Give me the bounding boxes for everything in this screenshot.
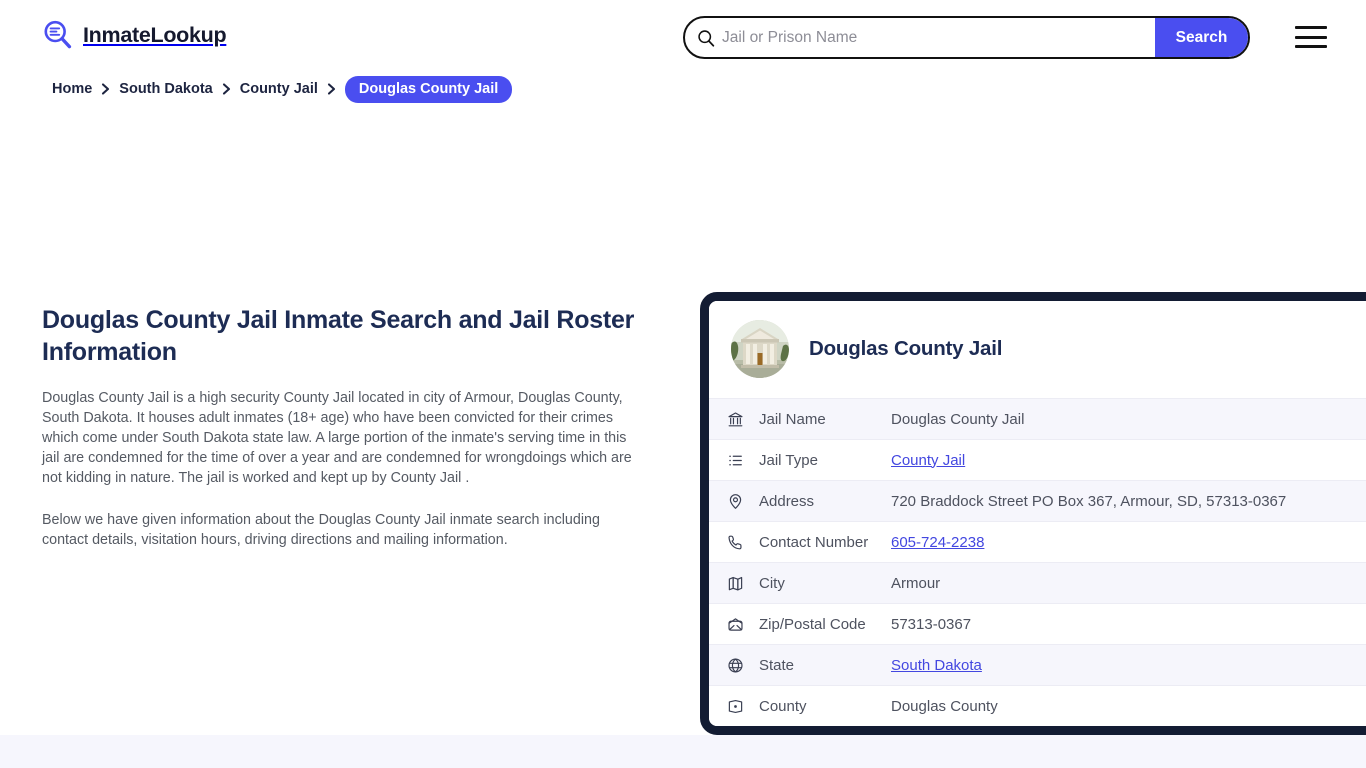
courthouse-photo <box>731 320 789 378</box>
jail-info-card: Douglas County Jail Jail Name Douglas Co… <box>700 292 1366 735</box>
row-value-link[interactable]: South Dakota <box>891 657 982 674</box>
search-input[interactable] <box>722 18 1155 57</box>
row-value-link[interactable]: County Jail <box>891 452 965 469</box>
table-row: Address 720 Braddock Street PO Box 367, … <box>709 480 1366 521</box>
breadcrumb-item-south-dakota[interactable]: South Dakota <box>119 81 212 97</box>
brand-logo[interactable]: InmateLookup <box>42 19 227 51</box>
breadcrumb-item-home[interactable]: Home <box>52 81 92 97</box>
envelope-icon <box>728 617 743 631</box>
intro-paragraph-1: Douglas County Jail is a high security C… <box>42 389 632 487</box>
footer-band <box>0 735 1366 768</box>
row-label: Jail Type <box>759 451 818 469</box>
phone-icon <box>728 535 742 549</box>
row-label: Zip/Postal Code <box>759 615 866 633</box>
chevron-right-icon <box>102 83 110 95</box>
courthouse-building-icon <box>731 320 789 378</box>
chevron-right-icon <box>327 83 335 95</box>
card-header: Douglas County Jail <box>709 301 1366 398</box>
region-icon <box>728 699 743 713</box>
table-row: City Armour <box>709 562 1366 603</box>
table-row: Jail Name Douglas County Jail <box>709 398 1366 439</box>
intro-paragraph-2: Below we have given information about th… <box>42 512 600 549</box>
magnifier-list-icon <box>44 20 72 49</box>
table-row: Jail Type County Jail <box>709 439 1366 480</box>
breadcrumb-item-current: Douglas County Jail <box>344 75 513 103</box>
menu-bar-3 <box>1295 45 1327 48</box>
table-row: State South Dakota <box>709 644 1366 685</box>
bank-icon <box>728 411 743 426</box>
table-row: Contact Number 605-724-2238 <box>709 521 1366 562</box>
card-title: Douglas County Jail <box>809 337 1003 360</box>
hamburger-menu-icon[interactable] <box>1295 23 1329 51</box>
row-label: Address <box>759 492 815 510</box>
table-row: County Douglas County <box>709 685 1366 726</box>
breadcrumb-item-county-jail[interactable]: County Jail <box>240 81 318 97</box>
row-value: 57313-0367 <box>891 615 972 633</box>
jail-info-table: Jail Name Douglas County Jail Jail Type … <box>709 398 1366 726</box>
search-icon <box>698 29 715 47</box>
menu-bar-1 <box>1295 26 1327 29</box>
table-row: Zip/Postal Code 57313-0367 <box>709 603 1366 644</box>
row-label: State <box>759 656 795 674</box>
menu-bar-2 <box>1295 35 1327 39</box>
row-label: County <box>759 697 807 715</box>
list-icon <box>729 454 742 466</box>
breadcrumb: Home South Dakota County Jail Douglas Co… <box>0 74 1366 104</box>
row-label: Contact Number <box>759 533 869 551</box>
site-header: InmateLookup Search <box>0 0 1366 74</box>
map-icon <box>728 576 743 590</box>
row-value-link[interactable]: 605-724-2238 <box>891 534 984 551</box>
search-button[interactable]: Search <box>1155 18 1248 57</box>
brand-name: InmateLookup <box>83 22 227 47</box>
row-label: City <box>759 574 785 592</box>
row-label: Jail Name <box>759 410 826 428</box>
row-value: Douglas County Jail <box>891 410 1025 428</box>
row-value: Armour <box>891 574 941 592</box>
globe-icon <box>728 657 743 673</box>
map-pin-icon <box>729 493 742 509</box>
main-content: Douglas County Jail Inmate Search and Ja… <box>0 104 1366 765</box>
row-value: Douglas County <box>891 697 998 715</box>
chevron-right-icon <box>222 83 230 95</box>
row-value: 720 Braddock Street PO Box 367, Armour, … <box>891 492 1287 510</box>
intro-section: Douglas County Jail Inmate Search and Ja… <box>42 304 642 551</box>
page-title: Douglas County Jail Inmate Search and Ja… <box>42 306 635 367</box>
search-bar[interactable]: Search <box>683 16 1250 59</box>
